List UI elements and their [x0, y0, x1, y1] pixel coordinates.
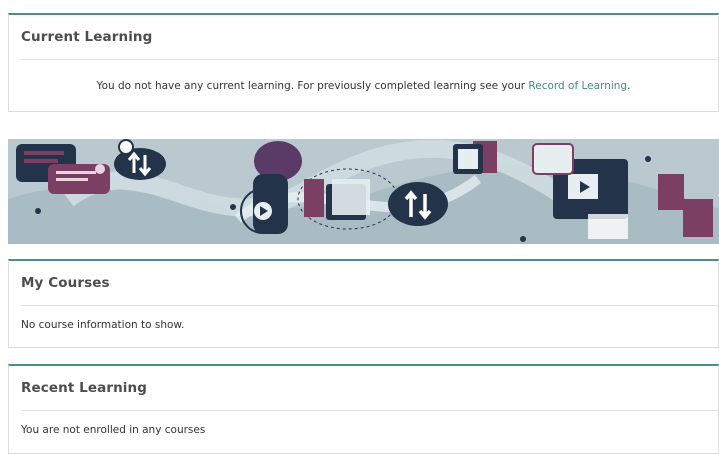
my-courses-message: No course information to show.	[21, 319, 185, 331]
current-learning-message: You do not have any current learning. Fo…	[9, 60, 718, 92]
banner-illustration	[8, 139, 719, 244]
current-learning-block: Current Learning You do not have any cur…	[8, 13, 719, 112]
current-learning-title: Current Learning	[21, 29, 153, 45]
cloud-sync-icon	[388, 182, 448, 226]
recent-learning-title: Recent Learning	[21, 380, 148, 396]
record-of-learning-link[interactable]: Record of Learning	[528, 80, 627, 92]
clock-icon	[118, 139, 134, 155]
current-learning-text: You do not have any current learning. Fo…	[96, 80, 529, 92]
banner-artwork	[8, 139, 719, 244]
current-learning-suffix: .	[627, 80, 631, 92]
my-courses-title: My Courses	[21, 275, 110, 291]
my-courses-block: My Courses No course information to show…	[8, 259, 719, 348]
document-icon	[658, 174, 684, 210]
recent-learning-message: You are not enrolled in any courses	[21, 424, 206, 436]
